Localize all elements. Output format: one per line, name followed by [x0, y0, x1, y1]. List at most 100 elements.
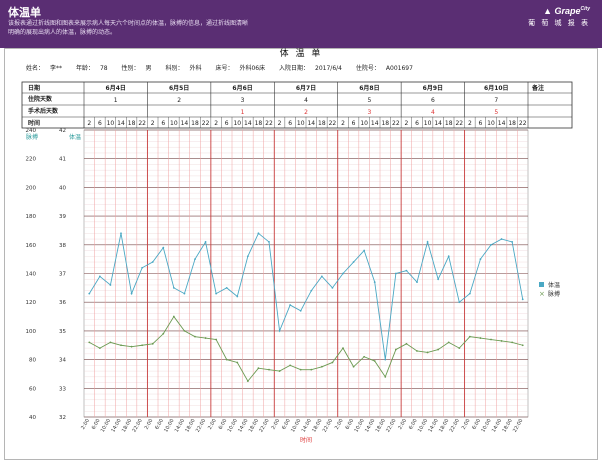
time-slot-label: 14	[434, 120, 442, 127]
temp-tick-label: 34	[59, 358, 66, 364]
temp-tick-label: 40	[59, 185, 66, 191]
series-point-脉搏	[120, 344, 122, 347]
pulse-tick-label: 140	[26, 272, 37, 278]
pulse-tick-label: 100	[26, 329, 37, 335]
time-slot-label: 22	[329, 120, 337, 127]
series-point-体温	[331, 286, 334, 289]
temp-tick-label: 35	[59, 329, 66, 335]
pulse-tick-label: 180	[26, 214, 37, 220]
post-op-day-cell: 1	[241, 109, 245, 116]
series-point-体温	[246, 255, 249, 258]
date-cell: 6月4日	[106, 84, 126, 92]
x-tick-label: 2:00	[461, 418, 472, 431]
pulse-axis-label: 脉搏	[26, 133, 38, 141]
x-tick-label: 2:00	[270, 418, 281, 431]
x-tick-label: 22:00	[512, 418, 524, 433]
time-slot-label: 18	[445, 120, 453, 127]
time-slot-label: 14	[307, 120, 315, 127]
x-tick-label: 2:00	[80, 418, 91, 431]
series-point-脉搏	[246, 380, 249, 383]
series-point-脉搏	[141, 344, 144, 347]
time-slot-label: 2	[468, 120, 472, 127]
temp-tick-label: 42	[59, 128, 66, 134]
x-axis-label: 时间	[300, 436, 312, 444]
series-point-体温	[299, 309, 302, 312]
time-slot-label: 22	[392, 120, 400, 127]
hospital-day-cell: 2	[177, 97, 181, 104]
time-slot-label: 2	[341, 120, 345, 127]
series-point-体温	[468, 292, 471, 295]
series-point-脉搏	[352, 365, 355, 368]
pulse-tick-label: 40	[29, 415, 36, 421]
series-point-脉搏	[458, 347, 461, 350]
series-point-体温	[109, 284, 112, 286]
time-slot-label: 2	[214, 120, 218, 127]
series-point-体温	[490, 243, 492, 246]
series-point-脉搏	[98, 347, 101, 350]
series-point-体温	[162, 246, 165, 249]
time-slot-label: 10	[360, 120, 368, 127]
series-point-脉搏	[373, 360, 376, 362]
series-point-体温	[373, 281, 376, 284]
time-slot-label: 2	[151, 120, 155, 127]
date-cell: 6月9日	[423, 84, 443, 92]
date-cell: 6月8日	[359, 84, 379, 92]
series-point-脉搏	[511, 341, 514, 344]
series-point-体温	[426, 241, 429, 243]
series-point-脉搏	[88, 341, 91, 344]
time-slot-label: 22	[455, 120, 463, 127]
time-slot-label: 18	[381, 120, 389, 127]
series-point-体温	[194, 258, 196, 261]
time-slot-label: 14	[181, 120, 189, 127]
x-tick-label: 2:00	[334, 418, 345, 431]
time-slot-label: 18	[191, 120, 199, 127]
post-op-day-cell: 3	[368, 109, 372, 116]
series-point-脉搏	[236, 361, 239, 364]
series-point-脉搏	[394, 348, 397, 351]
series-point-体温	[130, 292, 133, 295]
legend-label-temp: 体温	[548, 281, 560, 289]
series-point-脉搏	[289, 364, 292, 367]
series-point-脉搏	[426, 351, 429, 354]
time-slot-label: 14	[244, 120, 252, 127]
series-point-脉搏	[405, 342, 408, 345]
time-slot-label: 10	[487, 120, 495, 127]
series-point-体温	[120, 232, 122, 235]
series-point-体温	[447, 255, 450, 258]
series-point-体温	[257, 232, 260, 235]
temp-tick-label: 32	[59, 415, 66, 421]
series-point-脉搏	[194, 335, 196, 338]
time-slot-label: 10	[107, 120, 115, 127]
hospital-day-cell: 1	[114, 97, 118, 104]
series-point-脉搏	[225, 358, 228, 361]
series-point-体温	[215, 292, 218, 295]
series-point-体温	[183, 292, 186, 295]
series-point-脉搏	[310, 368, 313, 371]
series-point-脉搏	[151, 342, 154, 345]
time-slot-label: 22	[519, 120, 527, 127]
series-point-脉搏	[162, 332, 165, 335]
table-row-label: 手术后天数	[28, 107, 59, 115]
pulse-tick-label: 60	[29, 386, 36, 392]
x-tick-label: 22:00	[258, 418, 270, 433]
series-point-体温	[310, 289, 313, 292]
time-slot-label: 10	[233, 120, 241, 127]
series-point-脉搏	[320, 365, 323, 368]
x-tick-label: 2:00	[207, 418, 218, 431]
pulse-tick-label: 80	[29, 358, 36, 364]
table-row-label: 住院天数	[28, 95, 53, 103]
time-slot-label: 22	[202, 120, 210, 127]
series-point-脉搏	[384, 375, 387, 378]
temp-axis-label: 体温	[69, 133, 81, 141]
table-row-label: 日期	[28, 84, 40, 92]
time-slot-label: 6	[161, 120, 165, 127]
series-point-脉搏	[215, 338, 218, 341]
time-slot-label: 10	[424, 120, 432, 127]
series-point-体温	[225, 286, 228, 289]
series-point-体温	[278, 330, 281, 332]
series-point-脉搏	[447, 341, 450, 344]
series-point-体温	[88, 292, 91, 295]
temp-tick-label: 39	[59, 214, 66, 220]
series-point-体温	[363, 249, 366, 252]
series-point-体温	[405, 269, 408, 272]
